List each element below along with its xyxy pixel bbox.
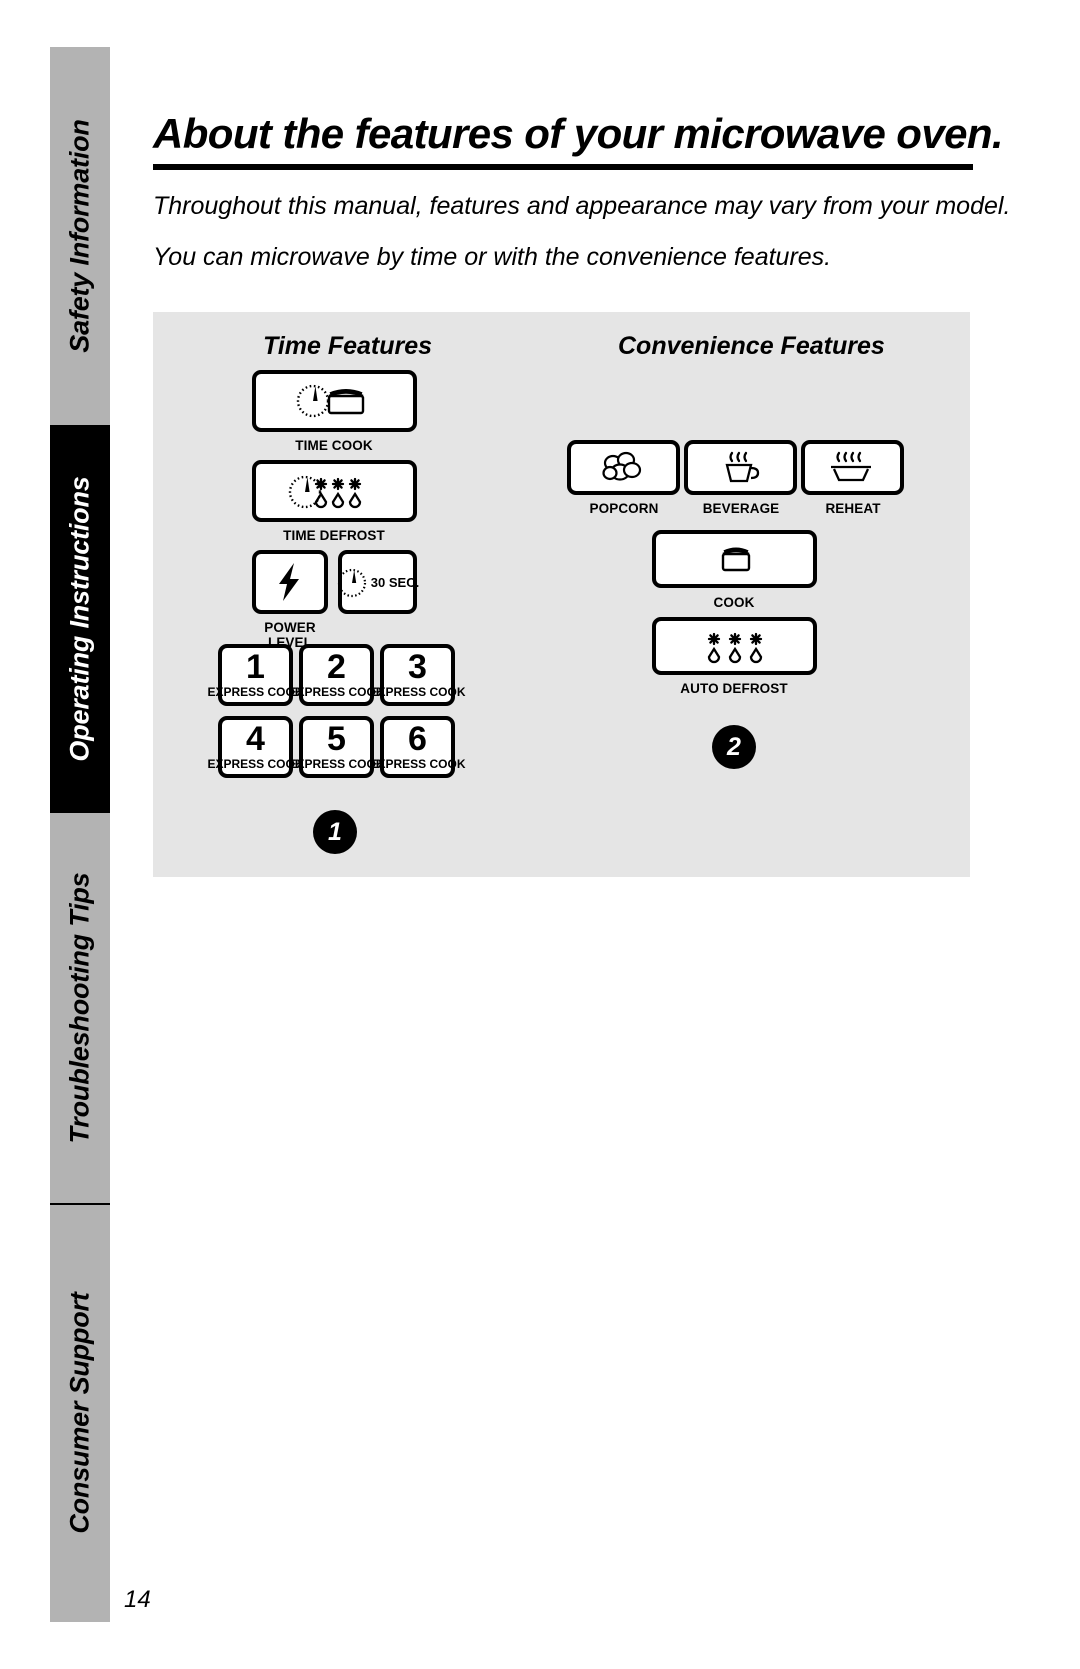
page-number: 14 (124, 1586, 151, 1613)
express-cook-2-button[interactable]: 2 EXPRESS COOK (288, 644, 385, 706)
express-cook-label: EXPRESS COOK (369, 684, 466, 699)
power-level-button[interactable] (252, 550, 328, 614)
features-diagram-panel: Time Features Convenience Features TIME … (153, 312, 970, 877)
callout-marker-1: 1 (313, 810, 357, 854)
express-cook-number: 4 (246, 720, 265, 759)
lightning-bolt-icon (275, 561, 305, 603)
auto-defrost-caption: AUTO DEFROST (680, 681, 788, 696)
reheat-caption: REHEAT (825, 501, 881, 516)
cook-caption: COOK (713, 595, 755, 610)
steaming-cup-icon (715, 450, 767, 486)
time-defrost-caption: TIME DEFROST (283, 528, 385, 543)
express-cook-number: 1 (246, 648, 265, 687)
title-underline-rule (153, 164, 973, 170)
sidebar-item-label: Operating Instructions (64, 476, 95, 762)
add-30-seconds-label: 30 SEC. (370, 574, 420, 590)
time-features-heading: Time Features (263, 332, 433, 360)
page-title: About the features of your microwave ove… (153, 110, 1004, 157)
express-cook-4-button[interactable]: 4 EXPRESS COOK (207, 716, 304, 778)
convenience-features-heading: Convenience Features (618, 332, 885, 360)
express-cook-1-button[interactable]: 1 EXPRESS COOK (207, 644, 304, 706)
express-cook-6-button[interactable]: 6 EXPRESS COOK (369, 716, 466, 778)
sidebar-item-operating-instructions[interactable]: Operating Instructions (50, 425, 110, 813)
time-defrost-button[interactable] (252, 460, 417, 522)
sidebar-item-label: Troubleshooting Tips (64, 872, 95, 1144)
clock-pot-icon (285, 381, 385, 421)
page-header: About the features of your microwave ove… (153, 110, 1011, 294)
time-cook-caption: TIME COOK (295, 438, 373, 453)
callout-marker-2: 2 (712, 725, 756, 769)
pot-icon (713, 542, 757, 576)
popcorn-icon (598, 451, 650, 485)
express-cook-5-button[interactable]: 5 EXPRESS COOK (288, 716, 385, 778)
sidebar-item-consumer-support[interactable]: Consumer Support (50, 1203, 110, 1622)
sidebar: Safety Information Operating Instruction… (50, 47, 110, 1622)
express-cook-label: EXPRESS COOK (369, 756, 466, 771)
cook-button[interactable] (652, 530, 817, 588)
beverage-button[interactable] (684, 440, 797, 495)
express-cook-number: 3 (408, 648, 427, 687)
intro-paragraph-1: Throughout this manual, features and app… (153, 192, 1011, 220)
add-30-seconds-button[interactable]: 30 SEC. (336, 550, 420, 614)
reheat-button[interactable] (801, 440, 904, 495)
time-cook-button[interactable] (252, 370, 417, 432)
express-cook-3-button[interactable]: 3 EXPRESS COOK (369, 644, 466, 706)
auto-defrost-button[interactable] (652, 617, 817, 675)
popcorn-button[interactable] (567, 440, 680, 495)
sidebar-divider (50, 1203, 110, 1205)
express-cook-number: 2 (327, 648, 346, 687)
clock-30sec-icon (336, 564, 370, 600)
sidebar-item-safety-information[interactable]: Safety Information (50, 47, 110, 425)
intro-paragraph-2: You can microwave by time or with the co… (153, 243, 832, 271)
sidebar-item-label: Consumer Support (64, 1291, 95, 1534)
express-cook-number: 5 (327, 720, 346, 759)
express-cook-number: 6 (408, 720, 427, 759)
steaming-plate-icon (823, 450, 883, 486)
snowflake-drop-icon (697, 628, 773, 664)
clock-snowflake-drop-icon (280, 470, 390, 512)
sidebar-item-troubleshooting-tips[interactable]: Troubleshooting Tips (50, 813, 110, 1203)
sidebar-item-label: Safety Information (64, 119, 95, 353)
